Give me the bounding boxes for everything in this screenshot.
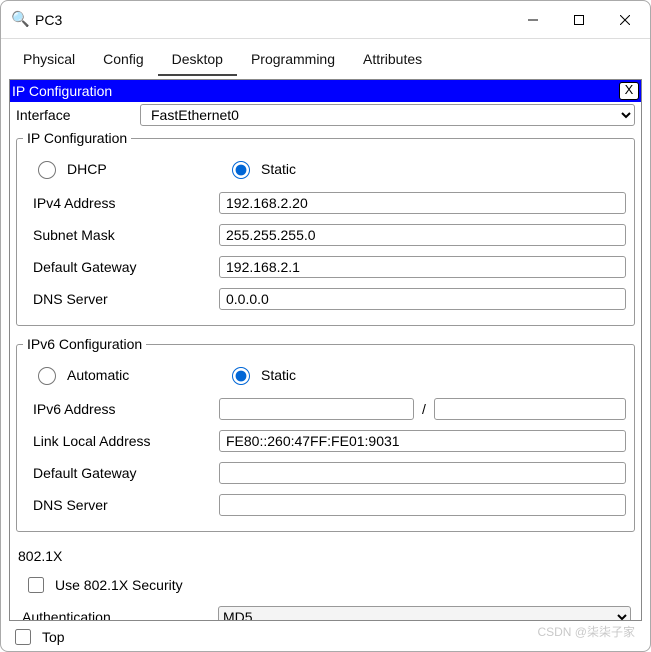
tab-physical[interactable]: Physical [9,45,89,76]
titlebar: 🔍 PC3 [1,1,650,39]
ip-configuration-fieldset: IP Configuration DHCP Static IPv4 Addres… [16,130,635,326]
subnet-mask-label: Subnet Mask [25,227,219,243]
radio-automatic-label: Automatic [67,367,129,383]
ipv6-gateway-label: Default Gateway [25,465,219,481]
interface-row: Interface FastEthernet0 [10,102,641,128]
panel-header: IP Configuration X [10,80,641,102]
authentication-label: Authentication [20,609,218,621]
radio-automatic-input[interactable] [38,367,56,385]
interface-label: Interface [16,107,140,123]
window-title: PC3 [35,12,62,28]
radio-ipv6-static-label: Static [261,367,296,383]
tab-desktop[interactable]: Desktop [158,45,237,76]
tab-programming[interactable]: Programming [237,45,349,76]
top-checkbox[interactable] [15,629,31,645]
dns-server-input[interactable] [219,288,626,310]
dot1x-section-label: 802.1X [10,542,641,568]
interface-select[interactable]: FastEthernet0 [140,104,635,126]
authentication-select[interactable]: MD5 [218,606,631,621]
ipv6-address-label: IPv6 Address [25,401,219,417]
ipv6-gateway-input[interactable] [219,462,626,484]
radio-static-label: Static [261,161,296,177]
radio-dhcp[interactable]: DHCP [25,158,107,179]
radio-automatic[interactable]: Automatic [25,364,129,385]
use-8021x-checkbox[interactable] [28,577,44,593]
default-gateway-input[interactable] [219,256,626,278]
minimize-button[interactable] [510,2,556,38]
tab-bar: Physical Config Desktop Programming Attr… [1,45,650,77]
ipv6-configuration-fieldset: IPv6 Configuration Automatic Static IPv6… [16,336,635,532]
ipv4-address-label: IPv4 Address [25,195,219,211]
ipv6-prefix-input[interactable] [434,398,626,420]
ipv6-dns-label: DNS Server [25,497,219,513]
app-icon: 🔍 [11,11,29,29]
radio-ipv6-static[interactable]: Static [219,364,296,385]
ip-configuration-legend: IP Configuration [23,130,131,146]
link-local-input[interactable] [219,430,626,452]
tab-config[interactable]: Config [89,45,157,76]
ipv6-configuration-legend: IPv6 Configuration [23,336,146,352]
default-gateway-label: Default Gateway [25,259,219,275]
radio-dhcp-label: DHCP [67,161,107,177]
ipv4-address-input[interactable] [219,192,626,214]
use-8021x-label: Use 802.1X Security [55,577,183,593]
tab-attributes[interactable]: Attributes [349,45,436,76]
link-local-label: Link Local Address [25,433,219,449]
close-button[interactable] [602,2,648,38]
ipv6-address-input[interactable] [219,398,414,420]
ipv6-dns-input[interactable] [219,494,626,516]
panel-close-button[interactable]: X [619,82,639,100]
radio-static[interactable]: Static [219,158,296,179]
content-panel: IP Configuration X Interface FastEtherne… [9,79,642,621]
dns-server-label: DNS Server [25,291,219,307]
radio-ipv6-static-input[interactable] [232,367,250,385]
footer: Top [1,621,650,651]
maximize-button[interactable] [556,2,602,38]
panel-title: IP Configuration [12,83,112,99]
subnet-mask-input[interactable] [219,224,626,246]
top-label: Top [42,629,65,645]
radio-static-input[interactable] [232,161,250,179]
ipv6-prefix-separator: / [414,401,434,417]
radio-dhcp-input[interactable] [38,161,56,179]
